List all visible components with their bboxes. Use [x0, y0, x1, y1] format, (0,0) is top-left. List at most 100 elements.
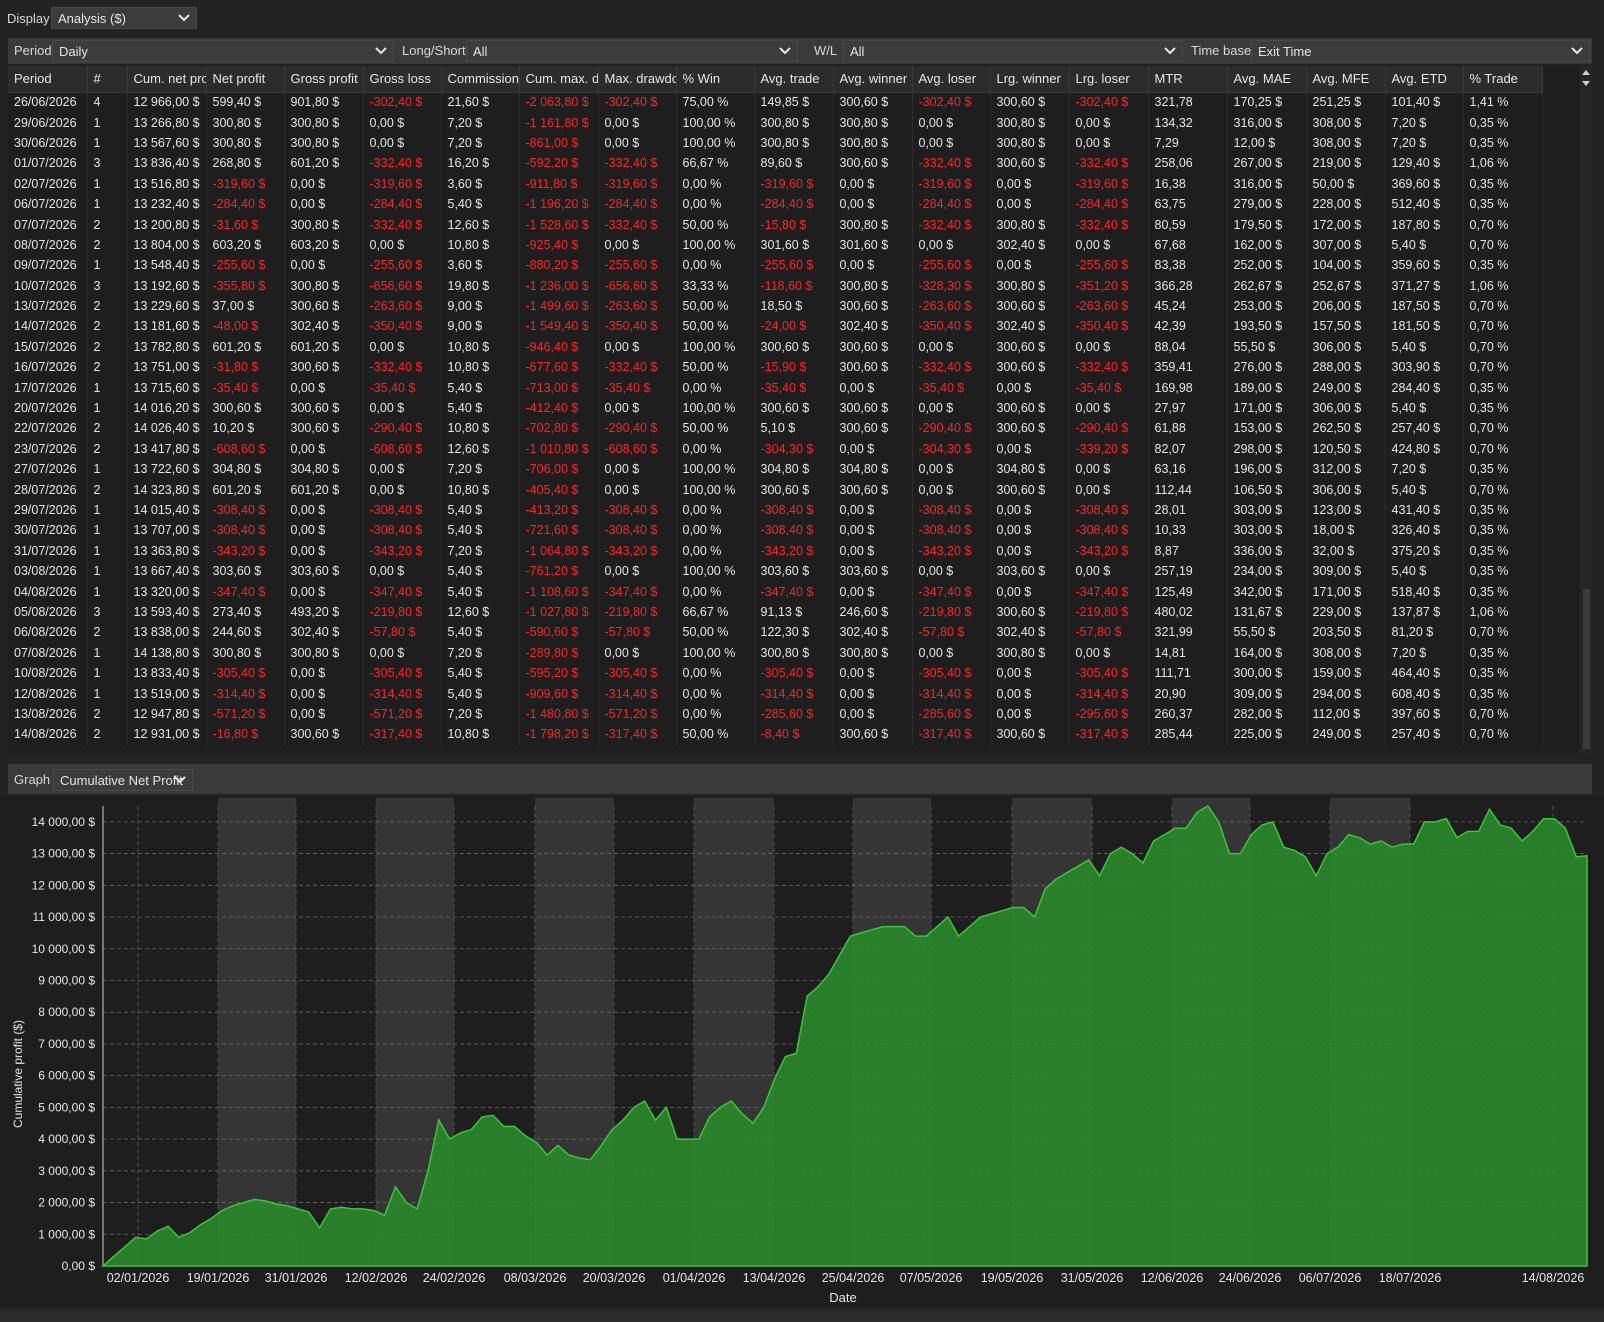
column-header[interactable]: Avg. loser [912, 66, 991, 93]
table-row[interactable]: 29/06/2026 1 13 266,80 $300,80 $300,80 $0,… [8, 112, 1543, 133]
table-header-row: Period # Cum. net pro Net profit Gross profi… [8, 66, 1543, 93]
table-row[interactable]: 05/08/2026 3 13 593,40 $273,40 $493,20 $ -2… [8, 601, 1543, 623]
table-row[interactable]: 14/08/2026 2 12 931,00 $ -16,80 $300,60 $ -3… [8, 724, 1543, 745]
table-row[interactable]: 23/07/2026 2 13 417,80 $ -608,60 $0,00 $ -60… [8, 438, 1543, 460]
column-header[interactable]: Commission [441, 66, 520, 93]
table-row[interactable]: 29/07/2026 1 14 015,40 $ -308,40 $0,00 $ -30… [8, 499, 1543, 521]
table-row[interactable]: 13/07/2026 2 13 229,60 $37,00 $300,60 $ -26… [8, 295, 1543, 317]
wl-dropdown[interactable]: All [843, 40, 1183, 62]
table-cell: 0,00 $ [912, 397, 991, 419]
table-cell: 0,00 $ [833, 377, 913, 398]
table-row[interactable]: 15/07/2026 2 13 782,80 $601,20 $601,20 $0,… [8, 336, 1543, 358]
scroll-down-icon[interactable] [1581, 80, 1591, 88]
table-cell: 0,70 % [1463, 724, 1543, 745]
column-header[interactable]: Cum. net pro [127, 66, 207, 93]
table-cell: -571,20 $ [363, 703, 442, 725]
table-row[interactable]: 13/08/2026 2 12 947,80 $ -571,20 $0,00 $ -57… [8, 703, 1543, 725]
column-header[interactable]: % Trade [1463, 66, 1543, 93]
column-header[interactable]: Period [8, 66, 88, 93]
table-cell: 0,00 % [676, 662, 755, 684]
table-row[interactable]: 31/07/2026 1 13 363,80 $ -343,20 $0,00 $ -34… [8, 540, 1543, 561]
column-header[interactable]: MTR [1148, 66, 1228, 93]
table-cell: 0,00 $ [363, 112, 442, 133]
table-cell: 601,20 $ [206, 336, 285, 358]
display-label: Display [7, 11, 50, 26]
time-base-dropdown[interactable]: Exit Time [1251, 40, 1590, 62]
column-header[interactable]: Lrg. loser [1069, 66, 1149, 93]
scroll-thumb[interactable] [1583, 589, 1590, 749]
table-cell: 219,00 $ [1306, 153, 1386, 174]
column-header[interactable]: Avg. winner [833, 66, 913, 93]
table-row[interactable]: 22/07/2026 2 14 026,40 $10,20 $300,60 $ -29… [8, 418, 1543, 439]
column-header[interactable]: # [87, 66, 128, 93]
table-row[interactable]: 09/07/2026 1 13 548,40 $ -255,60 $0,00 $ -25… [8, 255, 1543, 276]
table-row[interactable]: 30/07/2026 1 13 707,00 $ -308,40 $0,00 $ -30… [8, 520, 1543, 541]
graph-label: Graph [14, 772, 51, 787]
column-header[interactable]: Avg. ETD [1385, 66, 1464, 93]
table-row[interactable]: 26/06/2026 4 12 966,00 $599,40 $901,80 $ -3… [8, 92, 1543, 113]
table-cell: 134,32 [1148, 112, 1228, 133]
table-row[interactable]: 14/07/2026 2 13 181,60 $ -48,00 $302,40 $ -3… [8, 316, 1543, 337]
column-header[interactable]: Gross loss [363, 66, 442, 93]
column-header[interactable]: Avg. trade [754, 66, 834, 93]
table-row[interactable]: 02/07/2026 1 13 516,80 $ -319,60 $0,00 $ -31… [8, 173, 1543, 194]
table-cell: -350,40 $ [1069, 316, 1149, 337]
graph-dropdown[interactable]: Cumulative Net Profit [53, 769, 193, 791]
table-row[interactable]: 07/07/2026 2 13 200,80 $ -31,60 $300,80 $ -3… [8, 214, 1543, 235]
table-row[interactable]: 10/07/2026 3 13 192,60 $ -355,80 $300,80 $ -… [8, 275, 1543, 296]
table-row[interactable]: 27/07/2026 1 13 722,60 $304,80 $304,80 $0,… [8, 459, 1543, 480]
table-row[interactable]: 12/08/2026 1 13 519,00 $ -314,40 $0,00 $ -31… [8, 683, 1543, 704]
table-cell: 112,44 [1148, 479, 1228, 500]
table-cell: 300,60 $ [833, 153, 913, 174]
column-header[interactable]: Avg. MAE [1227, 66, 1307, 93]
table-cell: 14 015,40 $ [127, 499, 207, 521]
table-row[interactable]: 08/07/2026 2 13 804,00 $603,20 $603,20 $0,… [8, 234, 1543, 256]
scroll-up-icon[interactable] [1581, 68, 1591, 76]
table-row[interactable]: 04/08/2026 1 13 320,00 $ -347,40 $0,00 $ -34… [8, 581, 1543, 602]
column-header[interactable]: Gross profit [284, 66, 364, 93]
table-cell: 7,20 $ [441, 703, 520, 725]
table-cell: 0,00 % [676, 520, 755, 541]
table-cell: 480,02 [1148, 601, 1228, 623]
table-cell: 13/07/2026 [8, 295, 88, 317]
period-dropdown[interactable]: Daily [52, 40, 394, 62]
table-cell: 300,60 $ [990, 397, 1070, 419]
filter-bar: Period Daily Long/Short All W/L All Time… [8, 38, 1592, 64]
table-row[interactable]: 16/07/2026 2 13 751,00 $ -31,80 $300,60 $ -3… [8, 357, 1543, 378]
table-row[interactable]: 01/07/2026 3 13 836,40 $268,80 $601,20 $ -3… [8, 153, 1543, 174]
table-row[interactable]: 07/08/2026 1 14 138,80 $300,80 $300,80 $0,… [8, 642, 1543, 663]
long-short-dropdown[interactable]: All [466, 40, 798, 62]
column-header[interactable]: Cum. max. d [519, 66, 599, 93]
table-row[interactable]: 30/06/2026 1 13 567,60 $300,80 $300,80 $0,… [8, 132, 1543, 154]
column-header[interactable]: Lrg. winner [990, 66, 1070, 93]
table-cell: 13 181,60 $ [127, 316, 207, 337]
table-cell: -1 480,80 $ [519, 703, 599, 725]
table-cell: 12,60 $ [441, 214, 520, 235]
table-row[interactable]: 06/07/2026 1 13 232,40 $ -284,40 $0,00 $ -28… [8, 193, 1543, 215]
table-row[interactable]: 28/07/2026 2 14 323,80 $601,20 $601,20 $0,… [8, 479, 1543, 500]
table-scrollbar[interactable] [1580, 66, 1592, 754]
table-row[interactable]: 10/08/2026 1 13 833,40 $ -305,40 $0,00 $ -30… [8, 662, 1543, 684]
wl-value: All [850, 44, 865, 59]
table-row[interactable]: 17/07/2026 1 13 715,60 $ -35,40 $0,00 $ -35,… [8, 377, 1543, 398]
column-header[interactable]: % Win [676, 66, 755, 93]
table-cell: 300,60 $ [833, 418, 913, 439]
column-header[interactable]: Max. drawdo [598, 66, 677, 93]
column-header[interactable]: Net profit [206, 66, 285, 93]
table-row[interactable]: 20/07/2026 1 14 016,20 $300,60 $300,60 $0,… [8, 397, 1543, 419]
table-cell: 15/07/2026 [8, 336, 88, 358]
table-cell: 0,00 $ [598, 642, 677, 663]
display-dropdown[interactable]: Analysis ($) [51, 7, 197, 29]
table-cell: 50,00 % [676, 418, 755, 439]
table-cell: 03/08/2026 [8, 560, 88, 582]
table-cell: 0,00 $ [990, 540, 1070, 561]
column-header[interactable]: Avg. MFE [1306, 66, 1386, 93]
table-cell: 234,00 $ [1227, 560, 1307, 582]
table-row[interactable]: 06/08/2026 2 13 838,00 $244,60 $302,40 $ -5… [8, 622, 1543, 643]
table-cell: 0,00 $ [990, 662, 1070, 684]
table-cell: 91,13 $ [754, 601, 834, 623]
table-cell: -861,00 $ [519, 132, 599, 154]
table-row[interactable]: 03/08/2026 1 13 667,40 $303,60 $303,60 $0,… [8, 560, 1543, 582]
table-cell: 309,00 $ [1306, 560, 1386, 582]
table-cell: 603,20 $ [284, 234, 364, 256]
